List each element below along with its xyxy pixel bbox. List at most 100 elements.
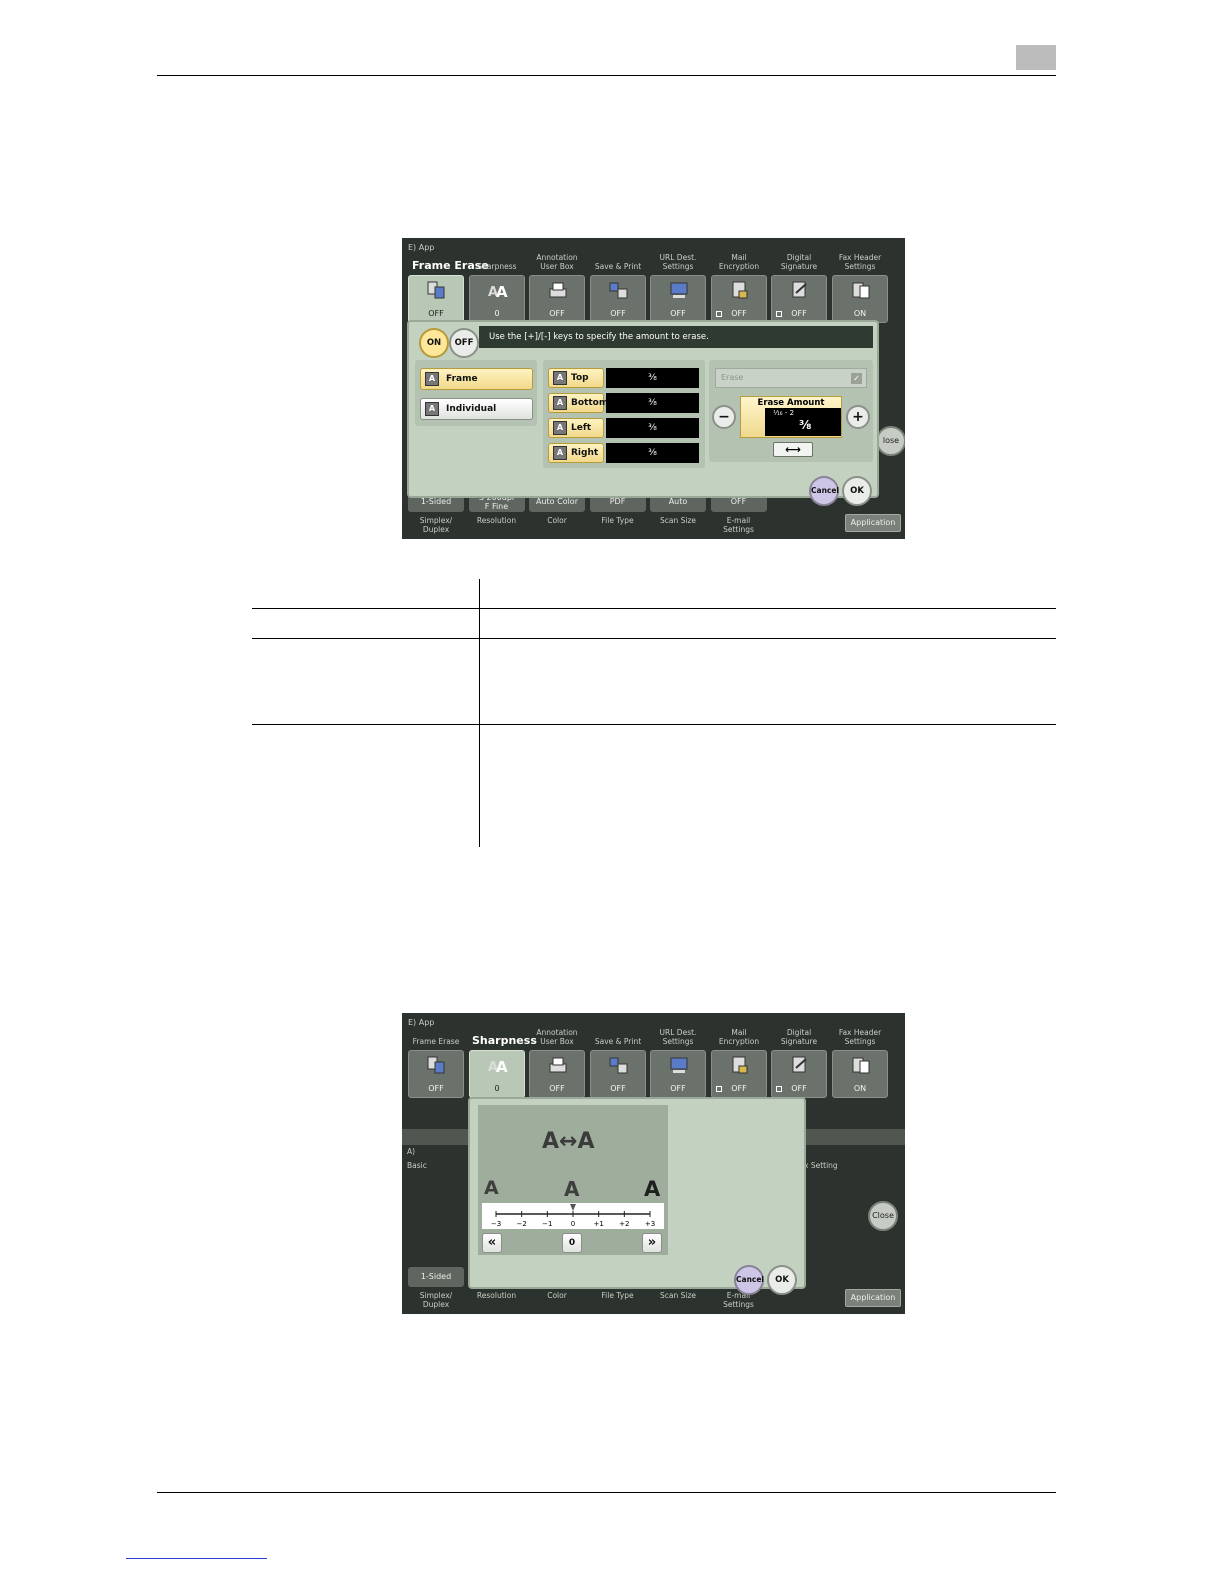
individual-mode-label: Individual [446, 404, 497, 414]
tab-value: ON [853, 1084, 867, 1093]
side-button-bottom[interactable]: A Bottom [548, 393, 608, 413]
tab-value: OFF [610, 1084, 626, 1093]
off-button[interactable]: OFF [449, 328, 479, 358]
function-tab[interactable]: OFF [711, 275, 767, 323]
fax-header-icon [852, 1057, 870, 1074]
tab-value: OFF [731, 309, 747, 318]
function-tab[interactable]: OFF [650, 1050, 706, 1098]
tab-value: OFF [428, 309, 444, 318]
header-rule [157, 75, 1056, 76]
side-value: ⅜ [606, 443, 699, 463]
side-button-top[interactable]: A Top [548, 368, 604, 388]
plus-button[interactable]: + [846, 405, 870, 429]
erase-select[interactable]: Erase ✓ [715, 368, 867, 388]
annotation-icon [549, 1057, 567, 1073]
erase-amount-box: Erase Amount ¹⁄₁₆ - 2 ⅜ [740, 396, 842, 438]
sharpness-sample-letter: A [564, 1177, 580, 1201]
erase-select-label: Erase [721, 373, 744, 382]
application-button[interactable]: Application [845, 514, 901, 532]
setting-caption: Resolution [476, 1291, 517, 1300]
frame-mode-button[interactable]: A Frame [420, 368, 533, 390]
side-icon: A [553, 421, 567, 435]
function-tab[interactable]: OFF [590, 275, 646, 323]
url-dest-icon [670, 282, 688, 298]
tab-value: ON [853, 309, 867, 318]
close-button[interactable]: Close [868, 1201, 898, 1231]
setting-caption: E-mail Settings [723, 1291, 754, 1309]
setting-caption: Scan Size [659, 1291, 696, 1300]
table-column-divider [479, 579, 480, 847]
sharper-button[interactable]: » [642, 1233, 662, 1253]
erase-amount-label: Erase Amount [757, 398, 825, 408]
side-button-left[interactable]: A Left [548, 418, 604, 438]
frame-erase-icon [427, 1056, 445, 1074]
function-tab[interactable]: OFF [529, 1050, 585, 1098]
tab-caption: Annotation User Box [536, 1028, 578, 1046]
function-tab[interactable]: OFF [529, 275, 585, 323]
sharpness-screenshot: E) App Sharpness Frame Erase OFF A A 0 Annota… [402, 1013, 905, 1314]
function-tab[interactable]: OFF [408, 1050, 464, 1098]
function-tab[interactable]: OFF [771, 275, 827, 323]
individual-mode-icon: A [425, 402, 439, 416]
annotation-icon [549, 282, 567, 298]
tab-caption: Mail Encryption [718, 253, 760, 271]
side-value: ⅜ [606, 418, 699, 438]
tab-caption: Save & Print [594, 262, 642, 271]
function-tab[interactable]: OFF [590, 1050, 646, 1098]
tab-caption: Digital Signature [780, 253, 818, 271]
setting-caption: File Type [601, 1291, 634, 1300]
frame-erase-dialog: ON OFF Use the [+]/[-] keys to specify t… [407, 320, 879, 506]
setting-caption: Color [547, 516, 567, 525]
function-tab[interactable]: AA 0 [469, 275, 525, 323]
footer-link-underline[interactable] [126, 1558, 267, 1559]
side-label: Left [571, 423, 592, 433]
footer-rule [157, 1492, 1056, 1493]
function-tab[interactable]: OFF [650, 275, 706, 323]
scale-tick-label: −1 [542, 1220, 552, 1228]
mail-encryption-icon [732, 281, 748, 299]
tab-value: 0 [494, 1084, 500, 1093]
on-button[interactable]: ON [419, 328, 449, 358]
side-label: Top [571, 373, 589, 383]
save-print-icon [609, 282, 628, 299]
direction-arrow-button[interactable]: ⟷ [773, 442, 813, 457]
erase-amount-value: ⅜ [799, 418, 812, 432]
scale-tick-label: −2 [517, 1220, 527, 1228]
ok-button[interactable]: OK [767, 1265, 797, 1295]
function-tab[interactable]: OFF [771, 1050, 827, 1098]
setting-button[interactable]: 1-Sided [408, 1267, 464, 1287]
close-button[interactable]: lose [876, 426, 905, 456]
header-page-marker [1016, 45, 1056, 70]
side-button-right[interactable]: A Right [548, 443, 604, 463]
cancel-button[interactable]: Cancel [809, 476, 839, 506]
function-tab[interactable]: OFF [408, 275, 464, 323]
frame-mode-label: Frame [446, 374, 478, 384]
tab-value: 0 [494, 309, 500, 318]
tab-caption: URL Dest. Settings [659, 253, 697, 271]
individual-mode-button[interactable]: A Individual [420, 398, 533, 420]
cancel-button[interactable]: Cancel [734, 1265, 764, 1295]
frame-erase-icon [427, 281, 445, 299]
minus-button[interactable]: − [712, 405, 736, 429]
sharpness-sample-letter: A [644, 1177, 661, 1201]
sharpness-preview-glyph: A↔A [542, 1129, 595, 1154]
setting-caption: File Type [601, 516, 634, 525]
sharpness-dialog: A↔A A A A −3 −2 −1 0 +1 +2 +3 « 0 » Cancel OK [468, 1097, 806, 1295]
erase-range: ¹⁄₁₆ - 2 [773, 409, 795, 417]
digital-signature-icon [792, 1056, 807, 1073]
function-tab[interactable]: ON [832, 1050, 888, 1098]
side-icon: A [553, 396, 567, 410]
side-value: ⅜ [606, 368, 699, 388]
tab-caption: Save & Print [594, 1037, 642, 1046]
tab-caption: URL Dest. Settings [659, 1028, 697, 1046]
softer-button[interactable]: « [482, 1233, 502, 1253]
application-button[interactable]: Application [845, 1289, 901, 1307]
sharpness-scale[interactable]: −3 −2 −1 0 +1 +2 +3 [482, 1203, 664, 1229]
tab-value: OFF [549, 1084, 565, 1093]
function-tab[interactable]: OFF [711, 1050, 767, 1098]
ok-button[interactable]: OK [842, 476, 872, 506]
function-tab[interactable]: AA 0 [469, 1050, 525, 1098]
erase-select-check-icon: ✓ [851, 373, 862, 384]
tab-value: OFF [610, 309, 626, 318]
function-tab[interactable]: ON [832, 275, 888, 323]
